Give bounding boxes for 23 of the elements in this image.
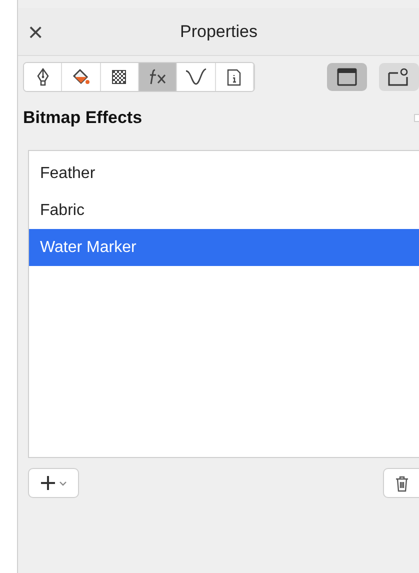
paint-bucket-icon — [72, 68, 90, 86]
curve-icon — [184, 68, 207, 86]
add-dropdown-button[interactable] — [28, 468, 79, 498]
panel-title: Properties — [180, 20, 258, 43]
list-item[interactable]: Water Marker — [29, 229, 419, 266]
view-button[interactable] — [327, 63, 367, 91]
frame-icon — [337, 68, 357, 86]
section-title: Bitmap Effects — [23, 107, 142, 130]
tab[interactable] — [24, 63, 62, 91]
tab[interactable] — [138, 63, 178, 91]
plus-icon — [40, 475, 56, 491]
info-document-icon — [227, 68, 242, 86]
frame-eye-icon — [388, 68, 410, 86]
trash-icon — [394, 474, 408, 492]
list-item[interactable]: Fabric — [29, 192, 419, 229]
view-button[interactable] — [379, 63, 419, 91]
function-icon — [148, 69, 168, 85]
close-button[interactable]: × — [28, 18, 44, 44]
list-item[interactable]: Feather — [29, 155, 419, 192]
pen-nib-icon — [36, 68, 50, 86]
checkerboard-icon — [112, 70, 126, 84]
chevron-down-icon — [59, 480, 67, 486]
delete-button[interactable] — [383, 468, 419, 498]
